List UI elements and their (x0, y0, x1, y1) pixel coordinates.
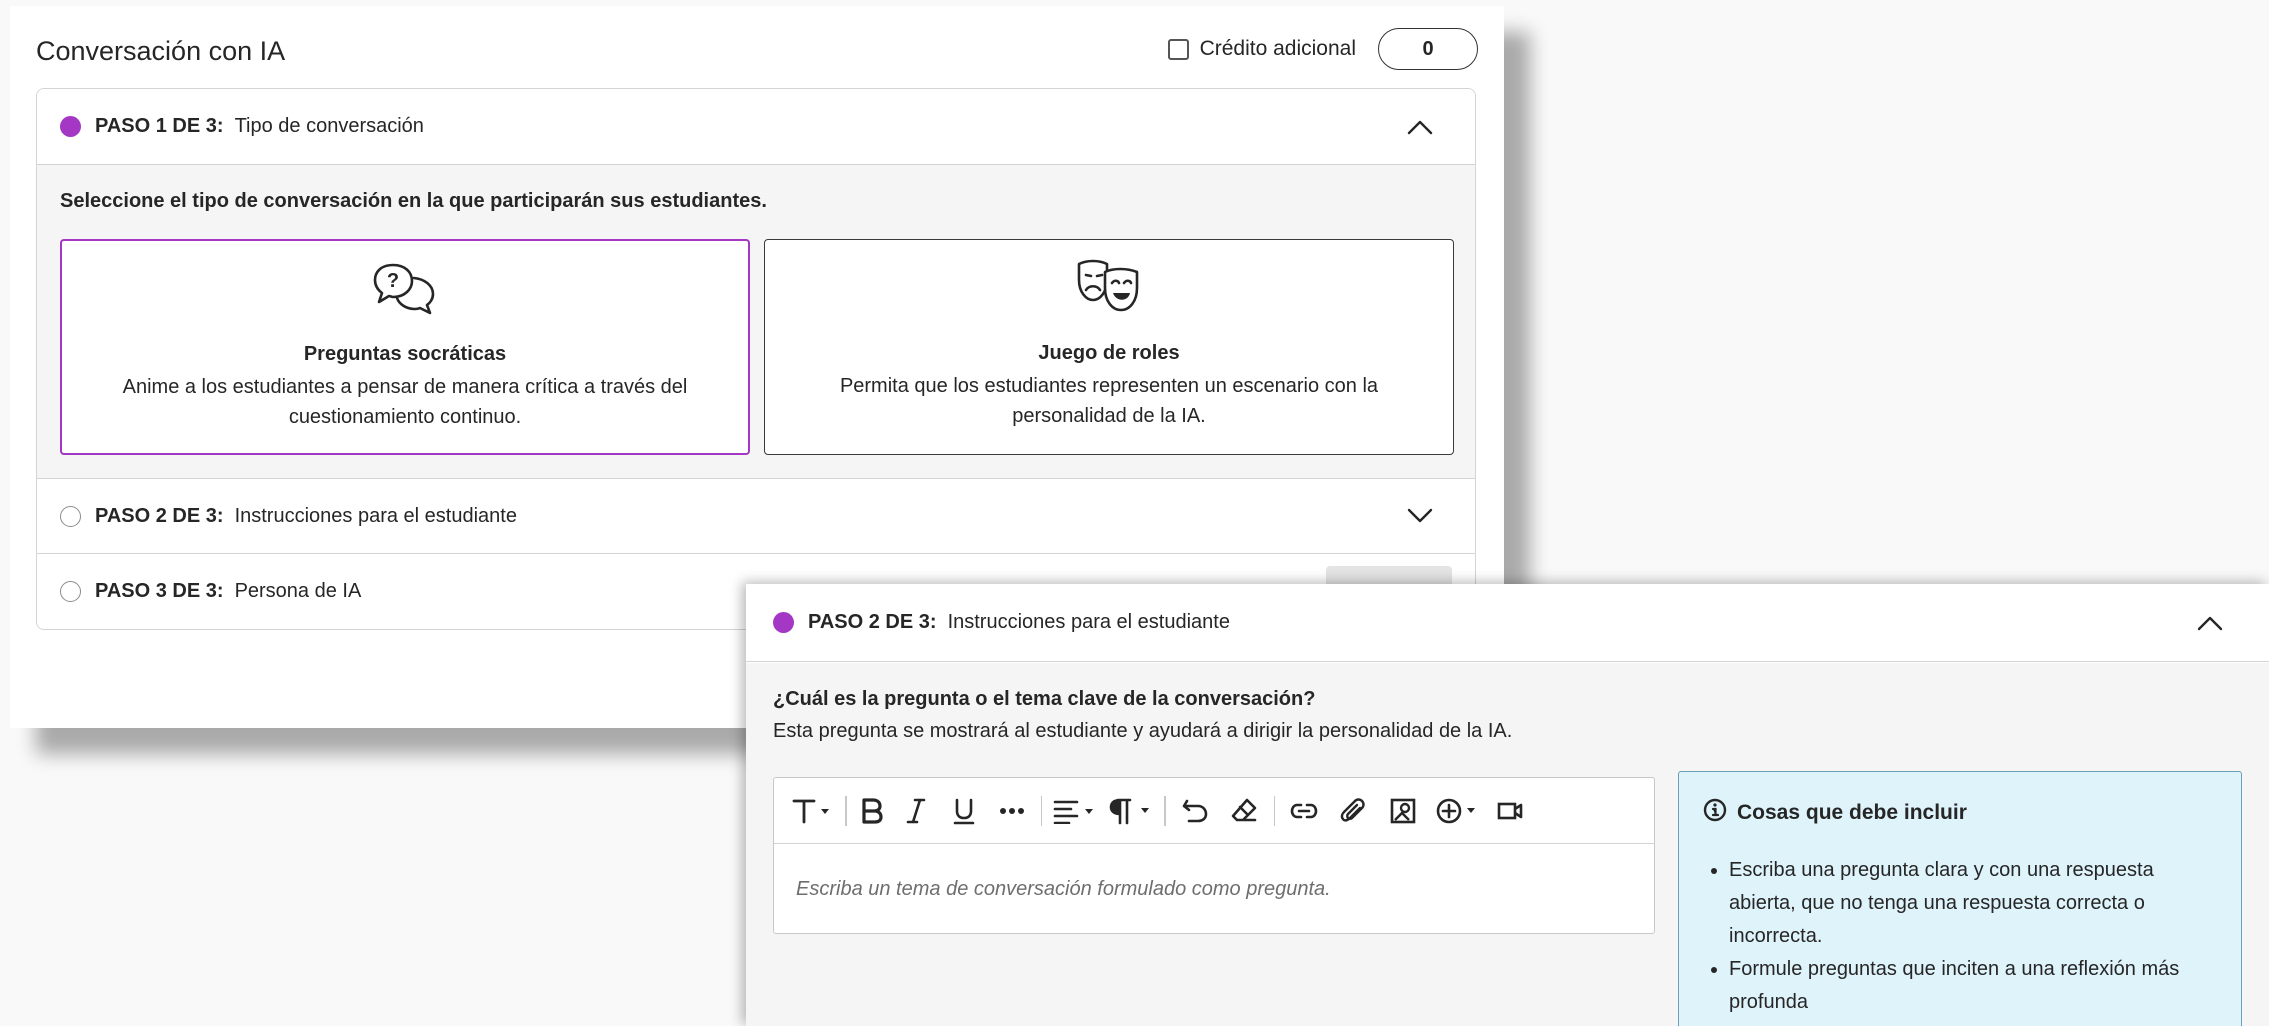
extra-credit-control: Crédito adicional (1167, 28, 1478, 70)
tips-header: Cosas que debe incluir (1703, 798, 1967, 827)
chevron-down-icon[interactable] (1407, 508, 1433, 524)
tip-item: Escriba una pregunta clara y con una res… (1729, 854, 2201, 953)
step2-status-dot (60, 505, 81, 527)
step1-prompt: Seleccione el tipo de conversación en la… (60, 190, 767, 212)
step1-status-dot (60, 116, 81, 137)
chevron-up-icon[interactable] (2197, 615, 2223, 631)
step1-label: PASO 1 DE 3: (95, 115, 224, 137)
undo-icon[interactable] (1171, 791, 1219, 831)
step3-name: Persona de IA (234, 580, 362, 602)
video-icon[interactable] (1488, 791, 1532, 831)
align-icon[interactable] (1047, 791, 1103, 831)
option-description: Anime a los estudiantes a pensar de mane… (122, 376, 688, 428)
page-title: Conversación con IA (36, 36, 286, 66)
extra-credit-checkbox[interactable] (1167, 38, 1189, 60)
underline-icon[interactable] (940, 791, 988, 831)
question-title: ¿Cuál es la pregunta o el tema clave de … (773, 688, 1316, 710)
rich-text-editor (773, 777, 1655, 934)
steps-accordion: PASO 1 DE 3: Tipo de conversación Selecc… (36, 88, 1476, 630)
link-icon[interactable] (1280, 791, 1328, 831)
window-header: Conversación con IA Crédito adicional (36, 28, 1478, 82)
student-instructions-window: PASO 2 DE 3: Instrucciones para el estud… (746, 584, 2269, 1026)
front-step2-header[interactable]: PASO 2 DE 3: Instrucciones para el estud… (746, 584, 2269, 662)
tip-item: Formule preguntas que inciten a una refl… (1729, 953, 2201, 1019)
option-card-roleplay[interactable]: Juego de roles Permita que los estudiant… (764, 239, 1454, 455)
front-step2-name: Instrucciones para el estudiante (947, 611, 1230, 633)
toolbar-separator (1040, 795, 1042, 826)
conversation-topic-input[interactable] (774, 845, 1654, 933)
editor-toolbar (774, 778, 1654, 844)
front-step2-status-dot (773, 612, 794, 633)
extra-credit-input[interactable] (1378, 28, 1478, 70)
image-icon[interactable] (1378, 791, 1428, 831)
italic-icon[interactable] (892, 791, 940, 831)
speech-bubbles-question-icon: ? (371, 259, 439, 315)
paragraph-icon[interactable] (1103, 791, 1159, 831)
more-icon[interactable] (988, 791, 1036, 831)
option-title: Juego de roles (1038, 342, 1180, 364)
insert-icon[interactable] (1428, 791, 1488, 831)
toolbar-separator (845, 795, 847, 826)
extra-credit-label: Crédito adicional (1199, 37, 1356, 60)
svg-text:?: ? (387, 270, 399, 292)
option-title: Preguntas socráticas (303, 343, 507, 365)
tips-panel: Cosas que debe incluir Escriba una pregu… (1678, 771, 2242, 1026)
info-icon (1703, 798, 1727, 827)
bold-icon[interactable] (852, 791, 892, 831)
toolbar-separator (1164, 795, 1166, 826)
tips-list: Escriba una pregunta clara y con una res… (1729, 854, 2201, 1019)
toolbar-separator (1273, 795, 1275, 826)
step2-header[interactable]: PASO 2 DE 3: Instrucciones para el estud… (37, 479, 1475, 554)
theater-masks-icon (1075, 258, 1143, 314)
tips-title: Cosas que debe incluir (1737, 800, 1967, 824)
question-subtitle: Esta pregunta se mostrará al estudiante … (773, 720, 1513, 742)
step2-label: PASO 2 DE 3: (95, 504, 224, 527)
attach-icon[interactable] (1328, 791, 1378, 831)
text-style-icon[interactable] (786, 791, 840, 831)
chevron-up-icon[interactable] (1407, 119, 1433, 135)
clear-format-icon[interactable] (1219, 791, 1269, 831)
front-step2-label: PASO 2 DE 3: (808, 611, 937, 633)
step1-header[interactable]: PASO 1 DE 3: Tipo de conversación (37, 89, 1475, 164)
step1-body: Seleccione el tipo de conversación en la… (37, 164, 1475, 479)
option-card-socratic[interactable]: ? Preguntas socráticas Anime a los estud… (60, 239, 750, 455)
option-description: Permita que los estudiantes representen … (839, 375, 1379, 427)
step2-name: Instrucciones para el estudiante (234, 504, 517, 527)
step1-name: Tipo de conversación (234, 115, 424, 137)
step3-status-dot (60, 581, 81, 602)
step3-label: PASO 3 DE 3: (95, 580, 224, 602)
